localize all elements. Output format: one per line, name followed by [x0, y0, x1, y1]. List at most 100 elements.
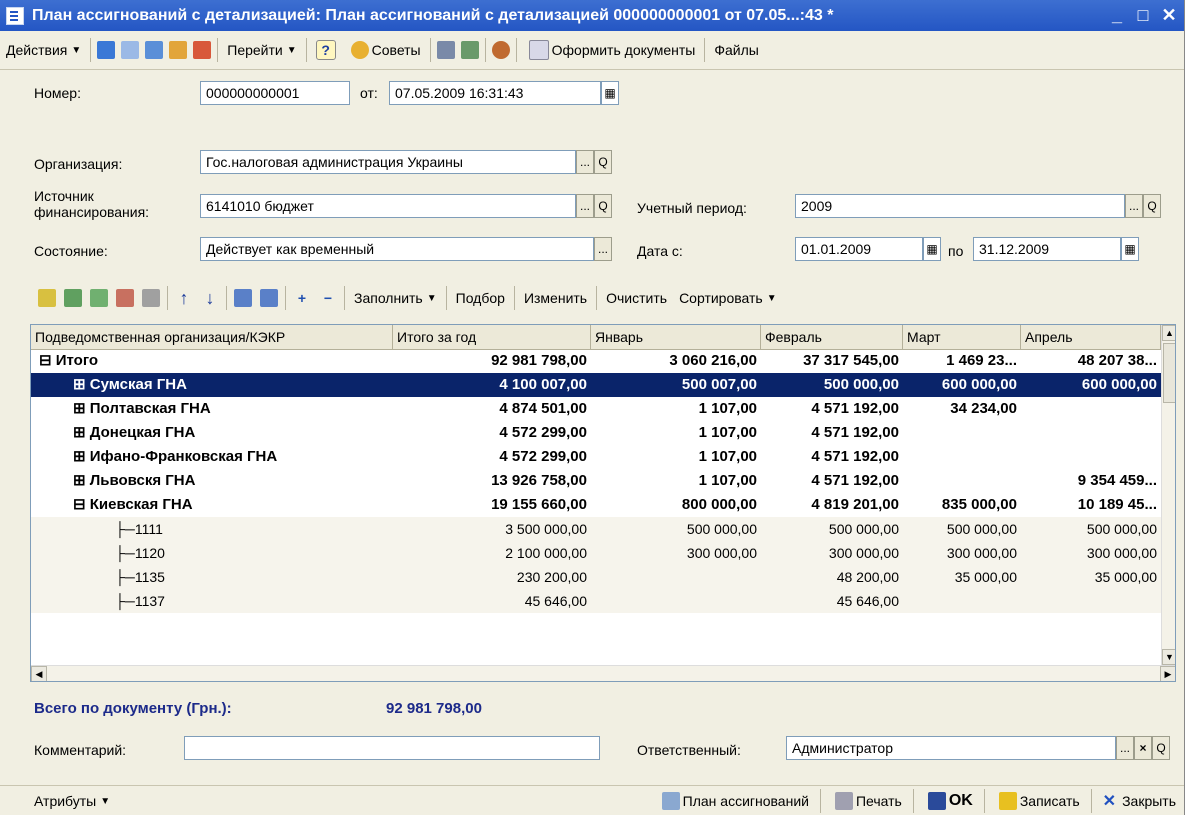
edit-icon[interactable] — [169, 41, 188, 59]
table-row[interactable]: ⊟ Итого 92 981 798,00 3 060 216,00 37 31… — [31, 349, 1161, 373]
list-icon[interactable] — [436, 41, 455, 59]
delete-row-icon[interactable] — [116, 289, 134, 307]
table-row[interactable]: ⊞ Донецкая ГНА 4 572 299,00 1 107,00 4 5… — [31, 421, 1161, 445]
sort-desc-icon[interactable] — [260, 289, 278, 307]
responsible-field[interactable]: Администратор — [786, 736, 1116, 760]
close-window-button[interactable]: ✕ — [1158, 5, 1180, 26]
date-to-field[interactable]: 31.12.2009 — [973, 237, 1121, 261]
collapse-icon[interactable]: ⊟ — [39, 352, 52, 369]
column-header[interactable]: Январь — [591, 325, 761, 349]
help-button[interactable]: ? — [310, 35, 342, 65]
title-bar[interactable]: План ассигнований с детализацией: План а… — [0, 0, 1184, 31]
state-select-button[interactable]: ... — [594, 237, 612, 261]
responsible-open-icon[interactable]: Q — [1152, 736, 1170, 760]
toolbar-separator — [226, 286, 227, 310]
end-edit-icon[interactable] — [142, 289, 160, 307]
expand-icon[interactable]: ⊞ — [73, 472, 86, 489]
change-button[interactable]: Изменить — [518, 283, 593, 313]
expand-icon[interactable]: ⊞ — [73, 400, 86, 417]
tips-button[interactable]: Советы — [342, 35, 427, 65]
sort-menu[interactable]: Сортировать ▼ — [673, 283, 783, 313]
table-row[interactable]: ⊞ Сумская ГНА 4 100 007,00 500 007,00 50… — [31, 373, 1161, 397]
sort-asc-icon[interactable] — [234, 289, 252, 307]
table-row[interactable]: ⊞ Полтавская ГНА 4 874 501,00 1 107,00 4… — [31, 397, 1161, 421]
add-row-icon[interactable] — [38, 289, 56, 307]
calendar-icon[interactable]: ▦ — [1121, 237, 1139, 261]
files-button[interactable]: Файлы — [708, 35, 764, 65]
organization-field[interactable]: Гос.налоговая администрация Украины — [200, 150, 576, 174]
plan-label: План ассигнований — [682, 793, 809, 809]
pick-button[interactable]: Подбор — [450, 283, 511, 313]
period-field[interactable]: 2009 — [795, 194, 1125, 218]
source-field[interactable]: 6141010 бюджет — [200, 194, 576, 218]
table-row[interactable]: ├─1120 2 100 000,00 300 000,00 300 000,0… — [31, 541, 1161, 565]
print-button[interactable]: Печать — [824, 787, 910, 815]
fill-menu[interactable]: Заполнить ▼ — [348, 283, 443, 313]
save-button[interactable]: Записать — [988, 787, 1088, 815]
table-row[interactable]: ├─1111 3 500 000,00 500 000,00 500 000,0… — [31, 517, 1161, 541]
calendar-icon[interactable]: ▦ — [601, 81, 619, 105]
expand-all-icon[interactable]: + — [293, 289, 311, 307]
copy-icon[interactable] — [145, 41, 164, 59]
table-row[interactable]: ├─1135 230 200,00 48 200,00 35 000,00 35… — [31, 565, 1161, 589]
column-header[interactable]: Февраль — [761, 325, 903, 349]
structure-icon[interactable] — [460, 41, 479, 59]
table-row[interactable]: ⊞ Львовскя ГНА 13 926 758,00 1 107,00 4 … — [31, 469, 1161, 493]
source-open-icon[interactable]: Q — [594, 194, 612, 218]
date-from-field[interactable]: 01.01.2009 — [795, 237, 923, 261]
move-up-icon[interactable]: ↑ — [175, 289, 193, 307]
attributes-menu[interactable]: Атрибуты ▼ — [26, 787, 118, 815]
scroll-down-icon[interactable]: ▼ — [1162, 649, 1175, 665]
expand-icon[interactable]: ⊞ — [73, 448, 86, 465]
expand-icon[interactable]: ⊞ — [73, 424, 86, 441]
toolbar-separator — [484, 38, 486, 62]
clear-button[interactable]: Очистить — [600, 283, 673, 313]
number-field[interactable]: 000000000001 — [200, 81, 350, 105]
row-name: 1137 — [134, 593, 165, 609]
scroll-left-icon[interactable]: ◀ — [31, 666, 47, 681]
org-open-icon[interactable]: Q — [594, 150, 612, 174]
maximize-button[interactable]: □ — [1132, 5, 1154, 26]
refresh-icon[interactable] — [121, 41, 140, 59]
ok-button[interactable]: OK — [917, 787, 981, 815]
close-button[interactable]: ✕ Закрыть — [1095, 787, 1184, 815]
date-field[interactable]: 07.05.2009 16:31:43 — [389, 81, 601, 105]
horizontal-scrollbar[interactable]: ◀ ▶ — [31, 665, 1175, 681]
scroll-thumb[interactable] — [1163, 343, 1175, 403]
vertical-scrollbar[interactable]: ▲ ▼ — [1161, 325, 1175, 665]
state-field[interactable]: Действует как временный — [200, 237, 594, 261]
period-open-icon[interactable]: Q — [1143, 194, 1161, 218]
period-select-button[interactable]: ... — [1125, 194, 1143, 218]
back-arrow-icon[interactable] — [97, 41, 116, 59]
column-header[interactable]: Итого за год — [393, 325, 591, 349]
period-label: Учетный период: — [637, 200, 747, 216]
goto-menu[interactable]: Перейти ▼ — [221, 35, 302, 65]
move-down-icon[interactable]: ↓ — [201, 289, 219, 307]
calendar-icon[interactable]: ▦ — [923, 237, 941, 261]
copy-row-icon[interactable] — [90, 289, 108, 307]
scroll-right-icon[interactable]: ▶ — [1160, 666, 1175, 681]
history-icon[interactable] — [491, 41, 510, 59]
clear-icon[interactable]: × — [1134, 736, 1152, 760]
org-select-button[interactable]: ... — [576, 150, 594, 174]
column-header[interactable]: Подведомственная организация/КЭКР — [31, 325, 393, 349]
plan-button[interactable]: План ассигнований — [651, 787, 817, 815]
comment-input[interactable] — [184, 736, 600, 760]
table-row[interactable]: ⊞ Ифано-Франковская ГНА 4 572 299,00 1 1… — [31, 445, 1161, 469]
delete-icon[interactable] — [193, 41, 212, 59]
add-group-icon[interactable] — [64, 289, 82, 307]
collapse-icon[interactable]: ⊟ — [73, 496, 86, 513]
scroll-up-icon[interactable]: ▲ — [1162, 325, 1175, 341]
table-row[interactable]: ├─1137 45 646,00 45 646,00 — [31, 589, 1161, 613]
column-header[interactable]: Март — [903, 325, 1021, 349]
allocation-table[interactable]: Подведомственная организация/КЭКР Итого … — [30, 324, 1176, 682]
responsible-select-button[interactable]: ... — [1116, 736, 1134, 760]
minimize-button[interactable]: _ — [1106, 5, 1128, 26]
actions-menu[interactable]: Действия ▼ — [0, 35, 87, 65]
table-row[interactable]: ⊟ Киевская ГНА 19 155 660,00 800 000,00 … — [31, 493, 1161, 517]
expand-icon[interactable]: ⊞ — [73, 376, 86, 393]
collapse-all-icon[interactable]: − — [319, 289, 337, 307]
source-select-button[interactable]: ... — [576, 194, 594, 218]
make-documents-button[interactable]: Оформить документы — [520, 35, 702, 65]
column-header[interactable]: Апрель — [1021, 325, 1161, 349]
